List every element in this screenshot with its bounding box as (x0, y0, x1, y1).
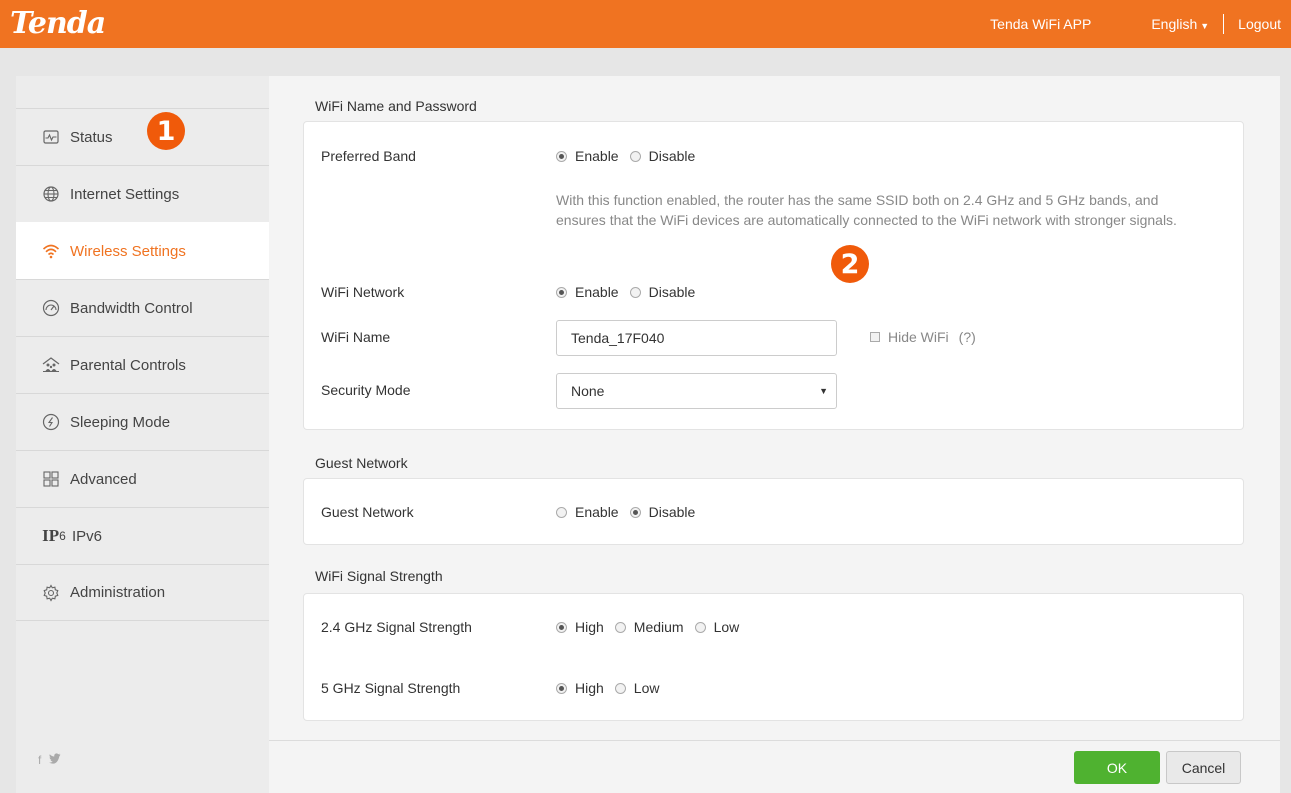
signal-section-title: WiFi Signal Strength (315, 568, 443, 584)
guest-network-disable-radio[interactable]: Disable (629, 504, 695, 520)
sidebar-item-sleeping-mode[interactable]: Sleeping Mode (16, 393, 269, 450)
family-icon (42, 356, 60, 374)
signal-strength-card: 2.4 GHz Signal Strength High Medium Low … (303, 593, 1244, 721)
language-dropdown[interactable]: English ▼ (1151, 16, 1209, 32)
sidebar-item-bandwidth-control[interactable]: Bandwidth Control (16, 279, 269, 336)
signal-24ghz-label: 2.4 GHz Signal Strength (321, 619, 472, 635)
wifi-section-title: WiFi Name and Password (315, 98, 477, 114)
security-mode-select[interactable]: None ▼ (556, 373, 837, 409)
signal-24ghz-medium-radio[interactable]: Medium (614, 619, 684, 635)
wifi-settings-card: Preferred Band Enable Disable With this … (303, 121, 1244, 430)
radio-unselected-icon (556, 506, 567, 518)
radio-unselected-icon (694, 621, 706, 633)
radio-unselected-icon (614, 682, 626, 694)
sidebar-item-administration[interactable]: Administration (16, 564, 269, 621)
sidebar-item-wireless-settings[interactable]: Wireless Settings (16, 222, 269, 279)
sidebar-item-status[interactable]: Status (16, 108, 269, 165)
status-icon (42, 128, 60, 146)
sidebar-item-advanced[interactable]: Advanced (16, 450, 269, 507)
signal-5ghz-radio-group: High Low (556, 680, 670, 696)
radio-selected-icon (556, 621, 567, 633)
sidebar-item-label: Wireless Settings (70, 242, 186, 260)
wifi-network-radio-group: Enable Disable (556, 284, 706, 300)
cancel-button[interactable]: Cancel (1166, 751, 1241, 784)
wifi-network-label: WiFi Network (321, 284, 405, 300)
sleep-icon (42, 413, 60, 431)
callout-badge-1: 1 (147, 112, 185, 150)
preferred-band-enable-radio[interactable]: Enable (556, 148, 619, 164)
security-mode-value: None (571, 383, 605, 399)
tenda-wifi-app-link[interactable]: Tenda WiFi APP (990, 16, 1091, 32)
wifi-network-enable-radio[interactable]: Enable (556, 284, 619, 300)
signal-5ghz-high-radio[interactable]: High (556, 680, 604, 696)
security-mode-label: Security Mode (321, 382, 411, 398)
main-content: WiFi Name and Password Preferred Band En… (269, 76, 1280, 793)
radio-selected-icon (556, 150, 567, 162)
radio-selected-icon (629, 506, 641, 518)
radio-unselected-icon (614, 621, 626, 633)
sidebar-item-label: Parental Controls (70, 356, 186, 374)
facebook-icon[interactable]: f (38, 753, 41, 767)
top-nav: Tenda WiFi APP English ▼ Logout (990, 0, 1291, 48)
chevron-down-icon: ▼ (819, 386, 828, 396)
preferred-band-disable-radio[interactable]: Disable (629, 148, 695, 164)
hide-wifi-label: Hide WiFi (888, 329, 949, 345)
guest-section-title: Guest Network (315, 455, 408, 471)
preferred-band-radio-group: Enable Disable (556, 148, 706, 164)
sidebar-item-label: Status (70, 128, 113, 146)
wifi-name-label: WiFi Name (321, 329, 391, 345)
guest-network-radio-group: Enable Disable (556, 504, 706, 520)
sidebar-item-label: Advanced (70, 470, 137, 488)
preferred-band-description: With this function enabled, the router h… (556, 192, 1177, 228)
gauge-icon (42, 299, 60, 317)
hide-wifi-option: Hide WiFi (?) (870, 329, 976, 345)
footer-bar: OK Cancel (269, 740, 1280, 793)
radio-selected-icon (556, 682, 567, 694)
caret-down-icon: ▼ (1200, 21, 1210, 31)
wifi-name-input[interactable]: Tenda_17F040 (556, 320, 837, 356)
nav-divider (1223, 14, 1225, 34)
signal-24ghz-high-radio[interactable]: High (556, 619, 604, 635)
preferred-band-label: Preferred Band (321, 148, 416, 164)
wifi-network-disable-radio[interactable]: Disable (629, 284, 695, 300)
guest-network-enable-radio[interactable]: Enable (556, 504, 619, 520)
sidebar-item-label: Bandwidth Control (70, 299, 193, 317)
guest-network-label: Guest Network (321, 504, 414, 520)
ipv6-icon: IP 6 (42, 526, 66, 545)
page-margin (1280, 48, 1291, 793)
radio-unselected-icon (629, 150, 641, 162)
signal-5ghz-label: 5 GHz Signal Strength (321, 680, 461, 696)
sidebar-item-label: Sleeping Mode (70, 413, 171, 431)
grid-icon (42, 470, 60, 488)
tenda-logo[interactable]: Tenda (10, 6, 106, 41)
radio-unselected-icon (629, 286, 641, 298)
sidebar-item-label: Administration (70, 584, 166, 601)
sidebar-menu: Status Internet Settings Wireless Settin… (16, 108, 269, 621)
logout-link[interactable]: Logout (1238, 16, 1281, 32)
callout-badge-2: 2 (831, 245, 869, 283)
language-label: English (1151, 16, 1198, 32)
sidebar: Status Internet Settings Wireless Settin… (16, 76, 269, 793)
signal-24ghz-low-radio[interactable]: Low (694, 619, 739, 635)
sidebar-item-label: Internet Settings (70, 185, 180, 203)
sidebar-item-ipv6[interactable]: IP 6 IPv6 (16, 507, 269, 564)
wifi-icon (42, 242, 60, 260)
signal-24ghz-radio-group: High Medium Low (556, 619, 750, 635)
guest-network-card: Guest Network Enable Disable (303, 478, 1244, 545)
globe-icon (42, 185, 60, 203)
social-links: f (38, 753, 61, 767)
signal-5ghz-low-radio[interactable]: Low (614, 680, 659, 696)
sidebar-item-label: IPv6 (72, 527, 103, 545)
top-bar: Tenda Tenda WiFi APP English ▼ Logout (0, 0, 1291, 48)
help-icon[interactable]: (?) (959, 329, 976, 345)
sidebar-item-parental-controls[interactable]: Parental Controls (16, 336, 269, 393)
twitter-icon[interactable] (49, 753, 61, 767)
gear-icon (42, 583, 60, 602)
sidebar-item-internet-settings[interactable]: Internet Settings (16, 165, 269, 222)
ok-button[interactable]: OK (1074, 751, 1160, 784)
radio-selected-icon (556, 286, 567, 298)
hide-wifi-checkbox[interactable] (870, 332, 880, 342)
